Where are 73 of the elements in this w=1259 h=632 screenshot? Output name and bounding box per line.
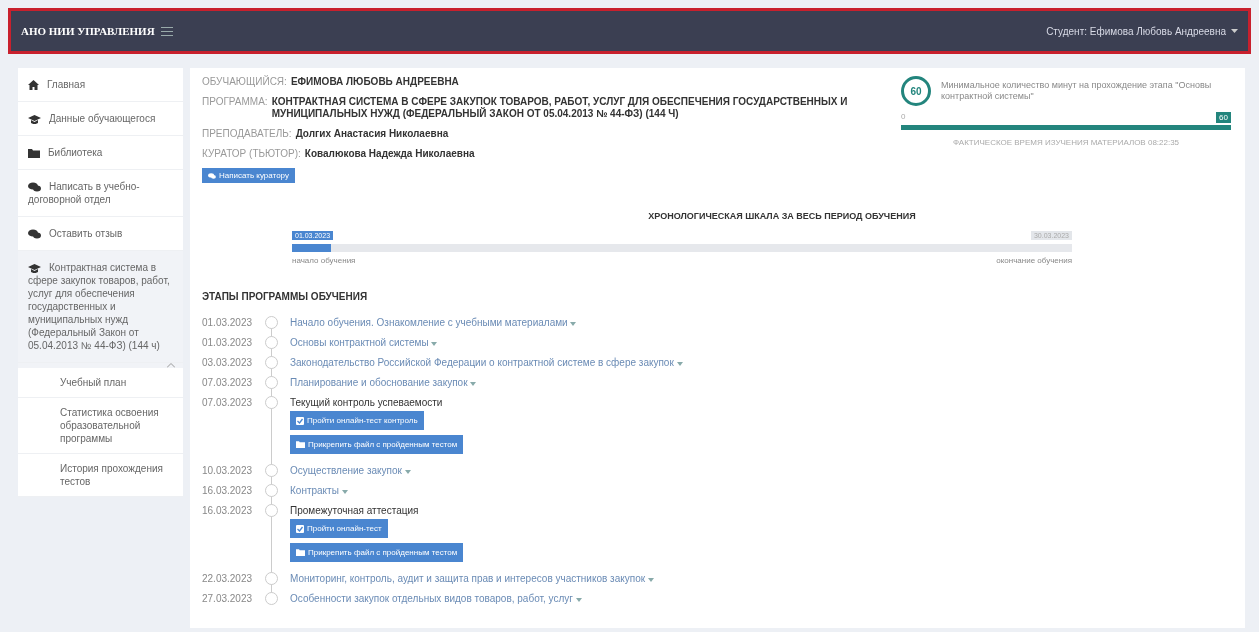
caret-icon [647, 578, 654, 582]
check-square-icon [296, 524, 304, 533]
test-button[interactable]: Прикрепить файл с пройденным тестом [290, 435, 464, 454]
caret-icon [404, 470, 411, 474]
home-icon [28, 80, 39, 91]
brand-name: АНО НИИ УПРАВЛЕНИЯ [21, 25, 155, 37]
caret-icon [676, 362, 683, 366]
start-label: начало обучения [292, 256, 356, 265]
stage-date: 16.03.2023 [202, 504, 254, 518]
stage-date: 22.03.2023 [202, 572, 254, 586]
section-title: ЭТАПЫ ПРОГРАММЫ ОБУЧЕНИЯ [202, 291, 369, 302]
chat-bubbles-icon [28, 229, 41, 240]
menu-icon[interactable] [160, 26, 173, 36]
min-value: 0 [901, 112, 906, 123]
field-label: ПРЕПОДАВАТЕЛЬ: [202, 128, 292, 140]
field-label: КУРАТОР (ТЬЮТОР): [202, 148, 301, 160]
caret-icon [570, 322, 577, 326]
stage-link[interactable]: Основы контрактной системы [290, 337, 438, 348]
caret-icon [470, 382, 477, 386]
chat-bubbles-icon [28, 182, 41, 193]
test-button[interactable]: Прикрепить файл с пройденным тестом [290, 543, 464, 562]
minutes-caption: Минимальное количество минут на прохождение этапа "Основы контрактной системы" [941, 80, 1213, 102]
timeline-title: ХРОНОЛОГИЧЕСКАЯ ШКАЛА ЗА ВЕСЬ ПЕРИОД ОБУЧЕНИЯ [647, 211, 917, 221]
user-menu[interactable]: Студент: Ефимова Любовь Андреевна [1046, 25, 1238, 37]
caret-icon [1231, 29, 1238, 33]
folder-icon [296, 441, 305, 448]
caret-icon [431, 342, 438, 346]
submenu-item[interactable]: История прохождения тестов [18, 454, 183, 497]
field-value: КОНТРАКТНАЯ СИСТЕМА В СФЕРЕ ЗАКУПОК ТОВАРОВ, РАБОТ, УСЛУГ ДЛЯ ОБЕСПЕЧЕНИЯ ГОСУДАРСТВЕННЫХ И МУНИЦИПАЛЬНЫХ НУЖД (ФЕДЕРАЛЬНЫЙ ЗАКОН ОТ 05.04.2013 № 44-ФЗ) (144 Ч) [271, 96, 849, 120]
caret-icon [575, 598, 582, 602]
stage-date: 01.03.2023 [202, 316, 254, 330]
sidebar-item[interactable]: Главная [18, 68, 183, 102]
field-label: ПРОГРАММА: [202, 96, 268, 108]
sidebar-item[interactable]: Библиотека [18, 136, 183, 170]
stage-link[interactable]: Начало обучения. Ознакомление с учебными материалами [290, 317, 577, 328]
caret-icon [341, 490, 348, 494]
test-button[interactable]: Пройти онлайн-тест [290, 519, 388, 538]
check-square-icon [296, 416, 304, 425]
submenu-item[interactable]: Статистика освоения образовательной программы [18, 398, 183, 454]
actual-time: ФАКТИЧЕСКОЕ ВРЕМЯ ИЗУЧЕНИЯ МАТЕРИАЛОВ 08:22:35 [951, 138, 1181, 147]
stage-link[interactable]: Контракты [290, 485, 348, 496]
field-value: ЕФИМОВА ЛЮБОВЬ АНДРЕЕВНА [290, 76, 459, 88]
submenu-item[interactable]: Учебный план [18, 368, 183, 398]
field-value: Долгих Анастасия Николаевна [295, 128, 449, 140]
sidebar-item[interactable]: Написать в учебно-договорной отдел [18, 170, 183, 217]
folder-icon [296, 549, 305, 556]
stage-title: Промежуточная аттестация [290, 505, 419, 516]
stage-date: 16.03.2023 [202, 484, 254, 498]
field-label: ОБУЧАЮЩИЙСЯ: [202, 76, 287, 88]
stage-date: 01.03.2023 [202, 336, 254, 350]
stage-link[interactable]: Законодательство Российской Федерации о контрактной системе в сфере закупок [290, 357, 683, 368]
minutes-badge: 60 [901, 76, 931, 106]
sidebar-item[interactable]: Контрактная система в сфере закупок товаров, работ, услуг для обеспечения государственных и муниципальных нужд (Федеральный Закон от 05.04.2013 № 44-ФЗ) (144 ч) [18, 251, 183, 363]
stage-date: 27.03.2023 [202, 592, 254, 606]
stage-link[interactable]: Осуществление закупок [290, 465, 411, 476]
stage-link[interactable]: Планирование и обоснование закупок [290, 377, 477, 388]
stage-date: 03.03.2023 [202, 356, 254, 370]
stage-link[interactable]: Особенности закупок отдельных видов товаров, работ, услуг [290, 593, 582, 604]
stage-title: Текущий контроль успеваемости [290, 397, 443, 408]
test-button[interactable]: Пройти онлайн-тест контроль [290, 411, 424, 430]
field-value: Ковалюкова Надежда Николаевна [304, 148, 475, 160]
stage-date: 07.03.2023 [202, 376, 254, 390]
folder-icon [28, 148, 40, 158]
stage-link[interactable]: Мониторинг, контроль, аудит и защита прав и интересов участников закупок [290, 573, 654, 584]
message-curator-button[interactable]: Написать куратору [202, 168, 295, 183]
end-label: окончание обучения [996, 256, 1072, 265]
max-value: 60 [1216, 112, 1231, 123]
graduation-cap-icon [28, 263, 41, 273]
stage-date: 10.03.2023 [202, 464, 254, 478]
graduation-cap-icon [28, 114, 41, 124]
sidebar-item[interactable]: Данные обучающегося [18, 102, 183, 136]
stage-date: 07.03.2023 [202, 396, 254, 410]
chat-bubbles-icon [208, 172, 216, 179]
